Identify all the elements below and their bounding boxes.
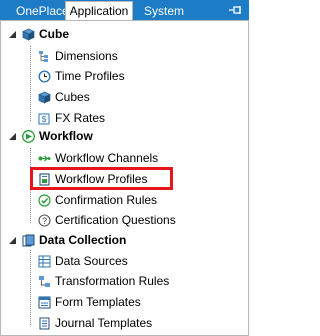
pin-icon[interactable] [229, 4, 243, 16]
dimensions-icon [39, 50, 48, 62]
group-label-workflow: Workflow [39, 129, 93, 143]
channels-icon [38, 155, 51, 161]
group-label-data-collection: Data Collection [39, 233, 127, 247]
tree-item-label: Dimensions [55, 49, 118, 63]
tree-item-label: Cubes [55, 90, 90, 104]
tree-item-time-profiles[interactable]: Time Profiles [38, 66, 125, 86]
tree-group-workflow[interactable]: Workflow [8, 126, 93, 146]
tree-item-label: Confirmation Rules [55, 193, 158, 207]
cube-icon [38, 91, 51, 104]
tree-item-workflow-channels[interactable]: Workflow Channels [38, 148, 158, 168]
tree-item-label: Data Sources [55, 254, 128, 268]
tree-group-data-collection[interactable]: Data Collection [8, 230, 126, 250]
tree-item-cubes[interactable]: Cubes [38, 87, 90, 107]
tree-item-transformation-rules[interactable]: Transformation Rules [38, 271, 169, 291]
cube-icon [22, 28, 35, 41]
tree-item-journal-templates[interactable]: Journal Templates [38, 313, 152, 333]
highlight-box [30, 167, 173, 190]
clock-icon [38, 69, 51, 83]
tree-item-label: Form Templates [55, 295, 141, 309]
tree-item-confirmation-rules[interactable]: Confirmation Rules [38, 190, 157, 210]
tree-item-certification-questions[interactable]: ? Certification Questions [38, 210, 176, 230]
group-label-cube: Cube [39, 27, 69, 41]
tree-item-label: FX Rates [55, 111, 106, 125]
tree-item-form-templates[interactable]: Form Templates [38, 292, 141, 312]
transformation-icon [39, 275, 50, 287]
tree-item-label: Time Profiles [55, 69, 125, 83]
form-templates-icon [38, 296, 51, 308]
tree-item-dimensions[interactable]: Dimensions [38, 46, 118, 66]
svg-text:$: $ [42, 115, 47, 124]
tree-item-label: Workflow Channels [55, 151, 159, 165]
confirmation-icon [38, 193, 51, 207]
journal-templates-icon [39, 317, 50, 329]
svg-text:?: ? [42, 216, 47, 226]
tree-item-label: Transformation Rules [55, 274, 170, 288]
workflow-icon [22, 129, 35, 143]
collapse-triangle-icon[interactable] [8, 132, 17, 141]
collapse-triangle-icon[interactable] [8, 236, 17, 245]
collapse-triangle-icon[interactable] [8, 30, 17, 39]
fx-rates-icon: $ [38, 113, 50, 124]
tree-item-label: Certification Questions [55, 213, 176, 227]
tab-bar: OnePlace Application System [0, 0, 249, 21]
tab-application[interactable]: Application [65, 1, 133, 21]
data-sources-icon [38, 255, 51, 267]
tab-system[interactable]: System [136, 2, 192, 20]
tree-item-fx-rates[interactable]: $ FX Rates [38, 108, 105, 128]
tree-item-label: Journal Templates [55, 316, 153, 330]
data-collection-icon [22, 234, 35, 246]
certification-icon: ? [38, 213, 51, 227]
tree-group-cube[interactable]: Cube [8, 24, 69, 44]
tree-item-data-sources[interactable]: Data Sources [38, 251, 128, 271]
